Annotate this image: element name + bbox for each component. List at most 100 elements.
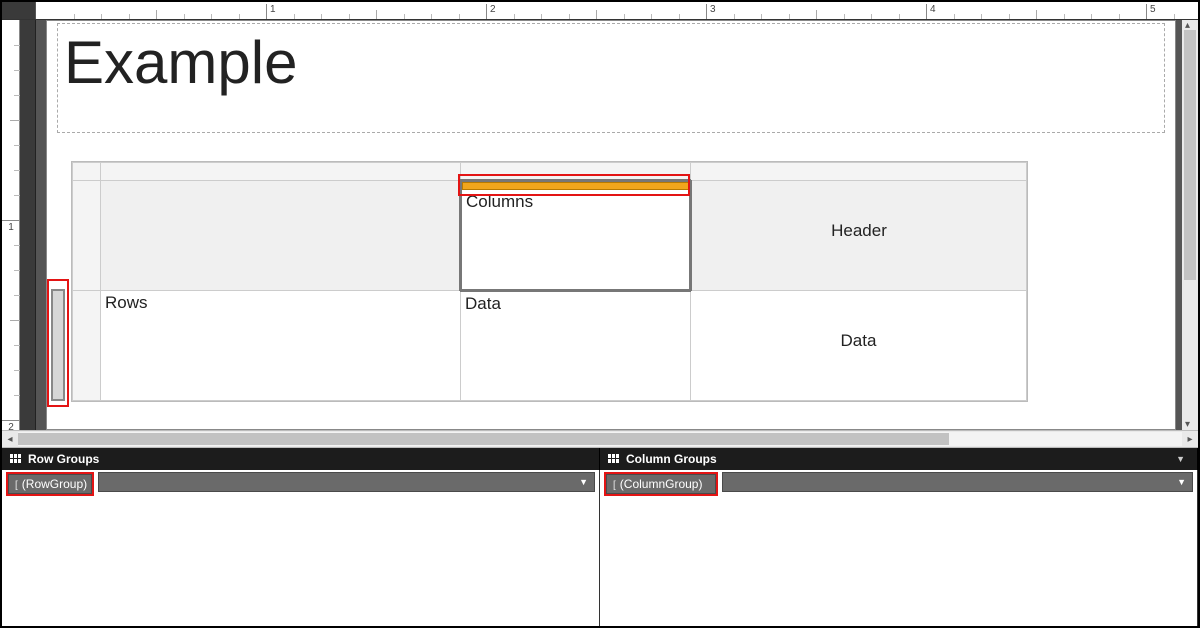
report-page[interactable]: Example <box>46 20 1176 430</box>
ruler-minor-tick <box>431 14 432 19</box>
vruler-minor-tick <box>10 320 20 321</box>
vruler-minor-tick <box>14 45 20 46</box>
scroll-right-arrow-icon[interactable]: ▸ <box>1182 434 1198 445</box>
tablix-corner-cell[interactable] <box>101 181 461 291</box>
tablix-col-handle-1[interactable] <box>101 163 461 181</box>
vruler-minor-tick <box>14 270 20 271</box>
column-group-item[interactable]: [(ColumnGroup) <box>606 474 716 494</box>
ruler-minor-tick <box>844 14 845 19</box>
ruler-minor-tick <box>1064 14 1065 19</box>
ruler-minor-tick <box>569 14 570 19</box>
horizontal-scroll-track[interactable] <box>18 432 1182 446</box>
ruler-major-tick: 4 <box>926 4 936 19</box>
vertical-scrollbar[interactable]: ▴ ▾ <box>1182 20 1198 430</box>
vruler-major-tick: 1 <box>2 220 20 233</box>
expand-icon: [ <box>15 480 18 491</box>
ruler-minor-tick <box>816 10 817 19</box>
groups-header-bar: Row Groups Column Groups ▼ <box>2 448 1198 470</box>
horizontal-scrollbar[interactable]: ◂ ▸ <box>2 430 1198 448</box>
design-canvas[interactable]: Example <box>36 20 1198 430</box>
ruler-minor-tick <box>129 14 130 19</box>
ruler-minor-tick <box>1036 10 1037 19</box>
scroll-down-arrow-icon[interactable]: ▾ <box>1185 419 1190 430</box>
ruler-minor-tick <box>1009 14 1010 19</box>
vruler-minor-tick <box>14 195 20 196</box>
row-groups-header[interactable]: Row Groups <box>2 448 600 470</box>
column-groups-header[interactable]: Column Groups ▼ <box>600 448 1198 470</box>
tablix[interactable]: Columns Header Row <box>71 161 1028 402</box>
column-groups-pane[interactable]: [(ColumnGroup) ▼ <box>600 470 1198 626</box>
vruler-minor-tick <box>14 145 20 146</box>
ruler-minor-tick <box>349 14 350 19</box>
ruler-minor-tick <box>871 14 872 19</box>
ruler-minor-tick <box>1091 14 1092 19</box>
ruler-minor-tick <box>459 14 460 19</box>
ruler-minor-tick <box>789 14 790 19</box>
ruler-minor-tick <box>541 14 542 19</box>
ruler-minor-tick <box>596 10 597 19</box>
report-title-textbox[interactable]: Example <box>57 23 1165 133</box>
ruler-minor-tick <box>211 14 212 19</box>
tablix-row-handle-1[interactable] <box>73 181 101 291</box>
vruler-major-tick: 2 <box>2 420 20 430</box>
ruler-minor-tick <box>404 14 405 19</box>
ruler-minor-tick <box>101 14 102 19</box>
tablix-col-handle-3[interactable] <box>691 163 1027 181</box>
report-title-text: Example <box>58 24 1164 101</box>
tablix-corner-handle[interactable] <box>73 163 101 181</box>
ruler-minor-tick <box>651 14 652 19</box>
horizontal-ruler[interactable]: 12345 <box>36 2 1198 19</box>
tablix-row-handle-2[interactable] <box>73 291 101 401</box>
vruler-minor-tick <box>10 120 20 121</box>
vruler-minor-tick <box>14 370 20 371</box>
row-groups-empty-area <box>2 498 599 626</box>
vruler-minor-tick <box>14 345 20 346</box>
ruler-minor-tick <box>239 14 240 19</box>
row-groups-title: Row Groups <box>28 452 99 466</box>
vertical-scroll-thumb[interactable] <box>1184 30 1196 280</box>
ruler-major-tick: 3 <box>706 4 716 19</box>
data-placeholder-text: Data <box>841 331 877 350</box>
ruler-row: 12345 <box>2 2 1198 20</box>
tablix-data-placeholder-cell[interactable]: Data <box>691 291 1027 401</box>
vertical-ruler[interactable]: 12 <box>2 20 20 430</box>
data-label: Data <box>461 292 690 316</box>
ruler-minor-tick <box>184 14 185 19</box>
vruler-minor-tick <box>14 395 20 396</box>
ruler-minor-tick <box>624 14 625 19</box>
ruler-major-tick: 1 <box>266 4 276 19</box>
ruler-minor-tick <box>899 14 900 19</box>
vruler-minor-tick <box>14 170 20 171</box>
column-group-item-label: (ColumnGroup) <box>620 477 703 491</box>
left-gutter <box>20 20 36 430</box>
tablix-header-placeholder-cell[interactable]: Header <box>691 181 1027 291</box>
ruler-minor-tick <box>514 14 515 19</box>
row-group-item-ext[interactable]: ▼ <box>98 472 595 492</box>
annotation-highlight-columngroup: [(ColumnGroup) <box>604 472 718 496</box>
tablix-row-group-cell[interactable]: Rows <box>101 291 461 401</box>
column-group-item-ext[interactable]: ▼ <box>722 472 1193 492</box>
header-placeholder-text: Header <box>831 221 887 240</box>
ruler-minor-tick <box>156 10 157 19</box>
chevron-down-icon[interactable]: ▼ <box>1177 477 1186 487</box>
ruler-minor-tick <box>1119 14 1120 19</box>
tablix-column-group-cell[interactable]: Columns <box>461 181 691 291</box>
ruler-minor-tick <box>294 14 295 19</box>
groups-panel-menu-button[interactable]: ▼ <box>1172 454 1189 464</box>
vruler-minor-tick <box>14 70 20 71</box>
row-group-item[interactable]: [(RowGroup) <box>8 474 92 494</box>
vruler-minor-tick <box>14 245 20 246</box>
horizontal-scroll-thumb[interactable] <box>18 433 949 445</box>
tablix-data-cell[interactable]: Data <box>461 291 691 401</box>
row-groups-pane[interactable]: [(RowGroup) ▼ <box>2 470 600 626</box>
grid-icon <box>608 454 620 464</box>
column-groups-title: Column Groups <box>626 452 717 466</box>
scroll-left-arrow-icon[interactable]: ◂ <box>2 434 18 445</box>
annotation-highlight-rowgroup: [(RowGroup) <box>6 472 94 496</box>
chevron-down-icon[interactable]: ▼ <box>579 477 588 487</box>
rows-label: Rows <box>101 291 460 315</box>
column-groups-empty-area <box>600 498 1197 626</box>
ruler-minor-tick <box>954 14 955 19</box>
groups-body: [(RowGroup) ▼ [(ColumnGroup) ▼ <box>2 470 1198 626</box>
ruler-minor-tick <box>376 10 377 19</box>
